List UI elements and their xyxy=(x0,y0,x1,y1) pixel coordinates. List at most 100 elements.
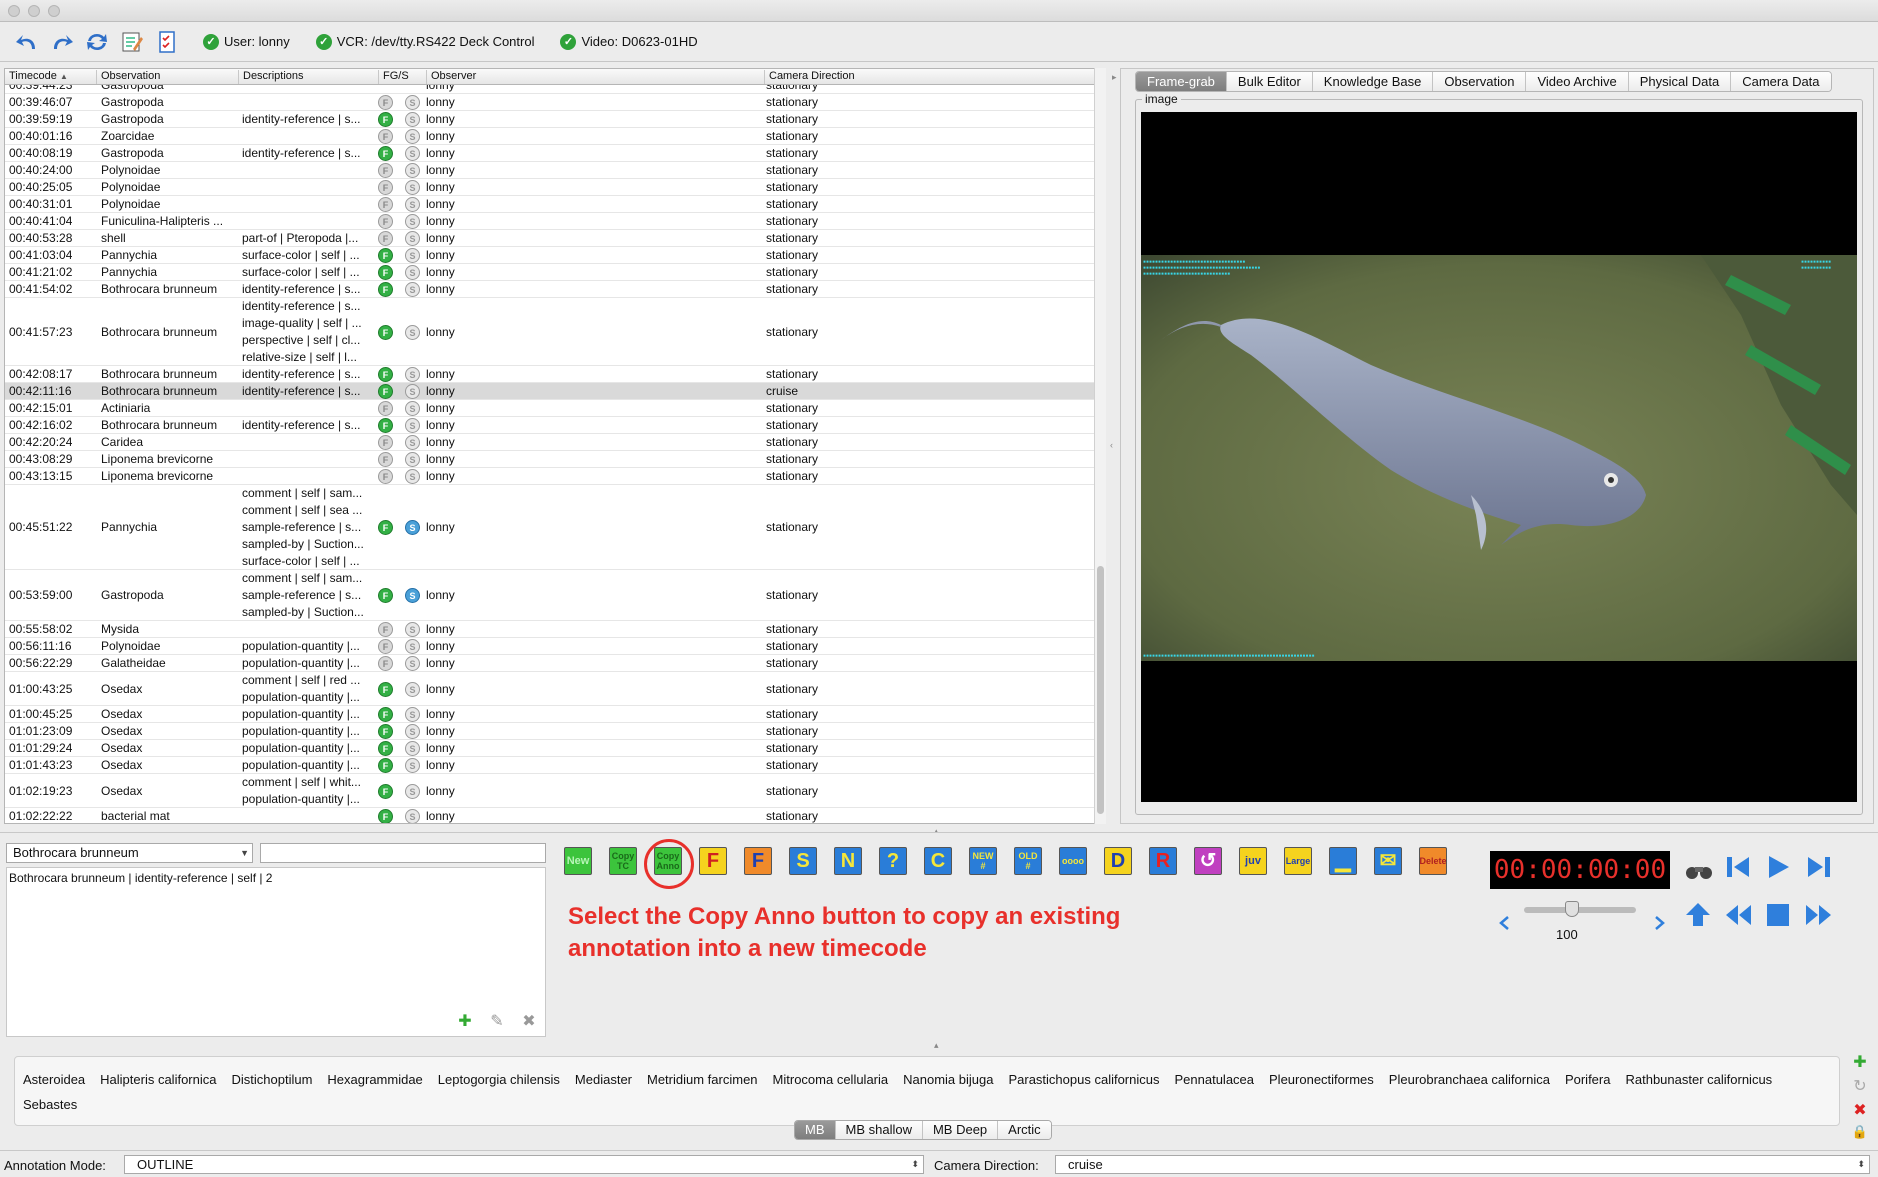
table-row[interactable]: 01:01:23:09 Osedax population-quantity |.… xyxy=(5,723,1097,740)
table-row[interactable]: 01:00:43:25 Osedax comment | self | red .… xyxy=(5,672,1097,706)
add-association-icon[interactable]: ✚ xyxy=(456,1013,474,1031)
f-delete-button[interactable]: F xyxy=(744,847,772,875)
column-header-fgs[interactable]: FG/S xyxy=(379,70,427,84)
tab-mb-deep[interactable]: MB Deep xyxy=(922,1121,999,1139)
quick-concept-item[interactable]: Leptogorgia chilensis xyxy=(438,1067,560,1092)
zoom-window-icon[interactable] xyxy=(48,5,60,17)
delete-icon[interactable]: ✖ xyxy=(1850,1100,1870,1124)
large-button[interactable]: Large xyxy=(1284,847,1312,875)
table-row[interactable]: 01:01:43:23 Osedax population-quantity |.… xyxy=(5,757,1097,774)
tab-physical-data[interactable]: Physical Data xyxy=(1628,72,1732,91)
table-row[interactable]: 00:43:08:29 Liponema brevicorne F S lonny… xyxy=(5,451,1097,468)
n-button[interactable]: N xyxy=(834,847,862,875)
tab-observation[interactable]: Observation xyxy=(1433,72,1527,91)
slider-knob[interactable] xyxy=(1565,901,1579,917)
chevron-down-icon[interactable]: ▼ xyxy=(240,844,249,862)
quick-concept-item[interactable]: Nanomia bijuga xyxy=(903,1067,993,1092)
minimize-window-icon[interactable] xyxy=(28,5,40,17)
table-row[interactable]: 00:42:15:01 Actiniaria F S lonny stationa… xyxy=(5,400,1097,417)
table-row[interactable]: 00:39:46:07 Gastropoda F S lonny stationa… xyxy=(5,94,1097,111)
column-header-observation[interactable]: Observation xyxy=(97,70,239,84)
list-item[interactable]: Bothrocara brunneum | identity-reference… xyxy=(9,871,543,885)
quick-concept-item[interactable]: Parastichopus californicus xyxy=(1008,1067,1159,1092)
quick-concept-item[interactable]: Distichoptilum xyxy=(231,1067,312,1092)
chevron-left-icon[interactable] xyxy=(1490,909,1518,937)
table-row[interactable]: 00:56:22:29 Galatheidae population-quanti… xyxy=(5,655,1097,672)
close-window-icon[interactable] xyxy=(8,5,20,17)
old-number-button[interactable]: OLD # xyxy=(1014,847,1042,875)
table-row[interactable]: 00:40:08:19 Gastropoda identity-reference… xyxy=(5,145,1097,162)
table-row[interactable]: 00:39:44:23 Gastropoda lonny stationary xyxy=(5,85,1097,94)
refresh-icon[interactable] xyxy=(84,29,110,55)
table-row[interactable]: 01:01:29:24 Osedax population-quantity |.… xyxy=(5,740,1097,757)
table-row[interactable]: 00:40:41:04 Funiculina-Halipteris ... F S… xyxy=(5,213,1097,230)
column-header-timecode[interactable]: Timecode ▲ xyxy=(5,70,97,84)
association-input[interactable] xyxy=(260,843,546,863)
quick-concept-item[interactable]: Pleurobranchaea californica xyxy=(1389,1067,1550,1092)
quick-concept-item[interactable]: Sebastes xyxy=(23,1092,77,1117)
quick-concept-item[interactable]: Mitrocoma cellularia xyxy=(773,1067,889,1092)
new-button[interactable]: New xyxy=(564,847,592,875)
tab-mb-shallow[interactable]: MB shallow xyxy=(835,1121,923,1139)
table-row[interactable]: 01:00:45:25 Osedax population-quantity |.… xyxy=(5,706,1097,723)
copy-tc-button[interactable]: Copy TC xyxy=(609,847,637,875)
c-button[interactable]: C xyxy=(924,847,952,875)
annotation-mode-select[interactable]: OUTLINE ⬍ xyxy=(124,1155,924,1174)
tab-arctic[interactable]: Arctic xyxy=(998,1121,1051,1139)
quick-concept-item[interactable]: Pleuronectiformes xyxy=(1269,1067,1374,1092)
stop-icon[interactable] xyxy=(1764,901,1792,929)
add-icon[interactable]: ✚ xyxy=(1850,1052,1870,1076)
checklist-icon[interactable] xyxy=(154,29,180,55)
quick-concept-item[interactable]: Mediaster xyxy=(575,1067,632,1092)
tab-mb[interactable]: MB xyxy=(795,1121,836,1139)
quick-concept-item[interactable]: Pennatulacea xyxy=(1175,1067,1255,1092)
association-list[interactable]: Bothrocara brunneum | identity-reference… xyxy=(6,867,546,1037)
table-row[interactable]: 00:42:16:02 Bothrocara brunneum identity-… xyxy=(5,417,1097,434)
table-row[interactable]: 00:41:21:02 Pannychia surface-color | sel… xyxy=(5,264,1097,281)
question-button[interactable]: ? xyxy=(879,847,907,875)
message-button[interactable]: ✉ xyxy=(1374,847,1402,875)
refresh-icon[interactable]: ↻ xyxy=(1850,1076,1870,1100)
eject-icon[interactable] xyxy=(1684,901,1712,929)
quick-concept-item[interactable]: Metridium farcimen xyxy=(647,1067,758,1092)
table-row[interactable]: 01:02:22:22 bacterial mat F S lonny stati… xyxy=(5,808,1097,823)
table-row[interactable]: 00:40:31:01 Polynoidae F S lonny stationa… xyxy=(5,196,1097,213)
delete-button[interactable]: Delete xyxy=(1419,847,1447,875)
table-row[interactable]: 00:40:25:05 Polynoidae F S lonny stationa… xyxy=(5,179,1097,196)
column-header-observer[interactable]: Observer xyxy=(427,70,765,84)
table-row[interactable]: 00:56:11:16 Polynoidae population-quantit… xyxy=(5,638,1097,655)
camera-direction-select[interactable]: cruise ⬍ xyxy=(1055,1155,1870,1174)
column-header-camera-direction[interactable]: Camera Direction xyxy=(765,70,1097,84)
table-row[interactable]: 00:42:08:17 Bothrocara brunneum identity-… xyxy=(5,366,1097,383)
table-row[interactable]: 00:39:59:19 Gastropoda identity-reference… xyxy=(5,111,1097,128)
table-row[interactable]: 00:42:20:24 Caridea F S lonny stationary xyxy=(5,434,1097,451)
tab-bulk-editor[interactable]: Bulk Editor xyxy=(1226,72,1313,91)
quick-concept-item[interactable]: Rathbunaster californicus xyxy=(1625,1067,1772,1092)
edit-association-icon[interactable]: ✎ xyxy=(488,1013,506,1031)
quick-concept-item[interactable]: Porifera xyxy=(1565,1067,1611,1092)
rewind-icon[interactable] xyxy=(1724,901,1752,929)
table-row[interactable]: 00:43:13:15 Liponema brevicorne F S lonny… xyxy=(5,468,1097,485)
redo-icon[interactable] xyxy=(49,29,75,55)
juv-button[interactable]: juv xyxy=(1239,847,1267,875)
split-handle-icon[interactable]: ‹ xyxy=(1110,440,1113,450)
r-button[interactable]: R xyxy=(1149,847,1177,875)
table-row[interactable]: 00:41:57:23 Bothrocara brunneum identity-… xyxy=(5,298,1097,366)
column-header-descriptions[interactable]: Descriptions xyxy=(239,70,379,84)
table-row[interactable]: 00:41:03:04 Pannychia surface-color | sel… xyxy=(5,247,1097,264)
remove-association-icon[interactable]: ✖ xyxy=(520,1013,538,1031)
s-button[interactable]: S xyxy=(789,847,817,875)
magnet-button[interactable]: ↺ xyxy=(1194,847,1222,875)
step-forward-icon[interactable] xyxy=(1805,853,1833,881)
concept-combobox[interactable]: Bothrocara brunneum ▼ xyxy=(6,843,253,863)
table-row[interactable]: 00:40:53:28 shell part-of | Pteropoda |..… xyxy=(5,230,1097,247)
edit-list-icon[interactable] xyxy=(119,29,145,55)
bubbles-button[interactable]: oooo xyxy=(1059,847,1087,875)
lock-icon[interactable]: 🔒 xyxy=(1850,1124,1870,1148)
split-handle-icon[interactable]: ▴ xyxy=(934,1040,939,1051)
bottom-button[interactable]: ▁ xyxy=(1329,847,1357,875)
speed-slider[interactable] xyxy=(1524,901,1636,917)
table-row[interactable]: 00:45:51:22 Pannychia comment | self | sa… xyxy=(5,485,1097,570)
quick-concept-item[interactable]: Halipteris californica xyxy=(100,1067,216,1092)
table-row[interactable]: 00:40:01:16 Zoarcidae F S lonny stationar… xyxy=(5,128,1097,145)
